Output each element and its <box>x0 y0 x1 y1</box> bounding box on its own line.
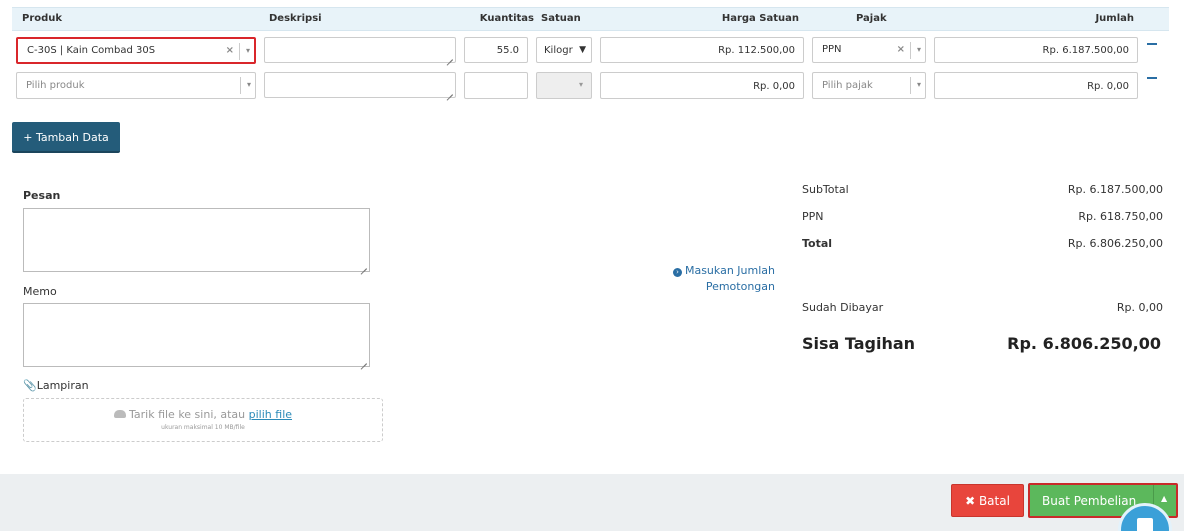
remove-row-button[interactable] <box>1147 43 1157 45</box>
select-divider <box>240 77 241 94</box>
total-label: Total <box>802 237 833 250</box>
sisa-tagihan-label: Sisa Tagihan <box>802 334 916 353</box>
subtotal-value: Rp. 6.187.500,00 <box>1067 183 1163 196</box>
file-dropzone[interactable]: Tarik file ke sini, atau pilih file ukur… <box>23 398 383 442</box>
header-produk: Produk <box>22 13 63 24</box>
create-purchase-label: Buat Pembelian <box>1042 494 1137 508</box>
product-select-placeholder: Pilih produk <box>26 80 85 91</box>
tax-select-value: PPN <box>822 44 842 55</box>
cancel-label: Batal <box>978 494 1010 508</box>
clear-icon[interactable]: × <box>226 45 234 56</box>
chevron-down-icon[interactable]: ▾ <box>917 45 921 54</box>
header-deskripsi: Deskripsi <box>269 13 322 24</box>
amount-field: Rp. 6.187.500,00 <box>934 37 1138 63</box>
sudah-dibayar-label: Sudah Dibayar <box>802 301 884 314</box>
chevron-down-icon[interactable]: ▾ <box>246 46 250 55</box>
chevron-right-circle-icon: › <box>672 268 682 277</box>
cloud-upload-icon <box>113 410 126 418</box>
amount-value: Rp. 6.187.500,00 <box>1042 45 1129 56</box>
select-divider <box>910 42 911 59</box>
header-harga-satuan: Harga Satuan <box>721 13 799 24</box>
unit-select[interactable]: Kilogr ▼ <box>536 37 592 63</box>
header-jumlah: Jumlah <box>1095 13 1134 24</box>
select-divider <box>910 77 911 94</box>
chat-icon <box>1137 518 1153 531</box>
description-input[interactable] <box>264 37 456 63</box>
paperclip-icon: 📎 <box>23 379 37 392</box>
ppn-value: Rp. 618.750,00 <box>1078 210 1163 223</box>
quantity-input[interactable] <box>464 72 528 99</box>
quantity-value: 55.0 <box>496 45 519 56</box>
ppn-label: PPN <box>802 210 824 223</box>
potongan-line2: Pemotongan <box>705 280 775 293</box>
unit-price-value: Rp. 0,00 <box>753 81 795 92</box>
dropzone-text-line: Tarik file ke sini, atau pilih file <box>24 408 382 421</box>
unit-price-input[interactable]: Rp. 112.500,00 <box>600 37 804 63</box>
product-select-value: C-30S | Kain Combad 30S <box>27 45 156 56</box>
sudah-dibayar-value: Rp. 0,00 <box>1116 301 1163 314</box>
select-divider <box>239 43 240 60</box>
tax-select[interactable]: Pilih pajak ▾ <box>812 72 926 99</box>
add-row-button[interactable]: + Tambah Data <box>12 122 120 153</box>
product-select[interactable]: C-30S | Kain Combad 30S × ▾ <box>16 37 256 64</box>
memo-textarea[interactable] <box>23 303 370 367</box>
pilih-file-link[interactable]: pilih file <box>249 408 292 421</box>
sisa-tagihan-value: Rp. 6.806.250,00 <box>1007 334 1161 353</box>
lampiran-heading: 📎Lampiran <box>23 379 89 392</box>
subtotal-label: SubTotal <box>802 183 849 196</box>
chevron-down-icon[interactable]: ▾ <box>247 80 251 89</box>
dropzone-subtext: ukuran maksimal 10 MB/file <box>161 424 245 431</box>
description-input[interactable] <box>264 72 456 98</box>
resize-handle-icon[interactable] <box>445 87 453 95</box>
caret-down-icon[interactable]: ▼ <box>579 45 586 55</box>
tax-select[interactable]: PPN × ▾ <box>812 37 926 63</box>
unit-price-input[interactable]: Rp. 0,00 <box>600 72 804 99</box>
header-pajak: Pajak <box>856 13 887 24</box>
cancel-button[interactable]: ✖ Batal <box>951 484 1024 517</box>
memo-label: Memo <box>23 285 57 298</box>
close-icon: ✖ <box>965 494 976 508</box>
amount-field: Rp. 0,00 <box>934 72 1138 99</box>
chevron-down-icon: ▾ <box>578 80 583 89</box>
unit-value: Kilogr <box>544 45 573 56</box>
potongan-link[interactable]: › Masukan Jumlah Pemotongan <box>620 263 775 295</box>
unit-select: ▾ <box>536 72 592 99</box>
quantity-input[interactable]: 55.0 <box>464 37 528 63</box>
resize-handle-icon[interactable] <box>359 356 367 364</box>
header-satuan: Satuan <box>541 13 581 24</box>
clear-tax-icon[interactable]: × <box>897 44 905 55</box>
total-value: Rp. 6.806.250,00 <box>1067 237 1163 250</box>
resize-handle-icon[interactable] <box>445 52 453 60</box>
caret-up-icon[interactable]: ▲ <box>1161 494 1167 503</box>
chevron-down-icon[interactable]: ▾ <box>917 80 921 89</box>
remove-row-button[interactable] <box>1147 77 1157 79</box>
product-select[interactable]: Pilih produk ▾ <box>16 72 256 99</box>
table-header: Produk Deskripsi Kuantitas Satuan Harga … <box>12 7 1169 31</box>
potongan-line1: Masukan Jumlah <box>684 264 775 277</box>
pesan-textarea[interactable] <box>23 208 370 272</box>
tax-select-placeholder: Pilih pajak <box>822 80 873 91</box>
resize-handle-icon[interactable] <box>359 261 367 269</box>
unit-price-value: Rp. 112.500,00 <box>718 45 795 56</box>
lampiran-label: Lampiran <box>36 379 89 392</box>
header-kuantitas: Kuantitas <box>479 13 534 24</box>
amount-value: Rp. 0,00 <box>1087 81 1129 92</box>
pesan-label: Pesan <box>23 189 61 202</box>
dropzone-text: Tarik file ke sini, atau <box>128 408 249 421</box>
